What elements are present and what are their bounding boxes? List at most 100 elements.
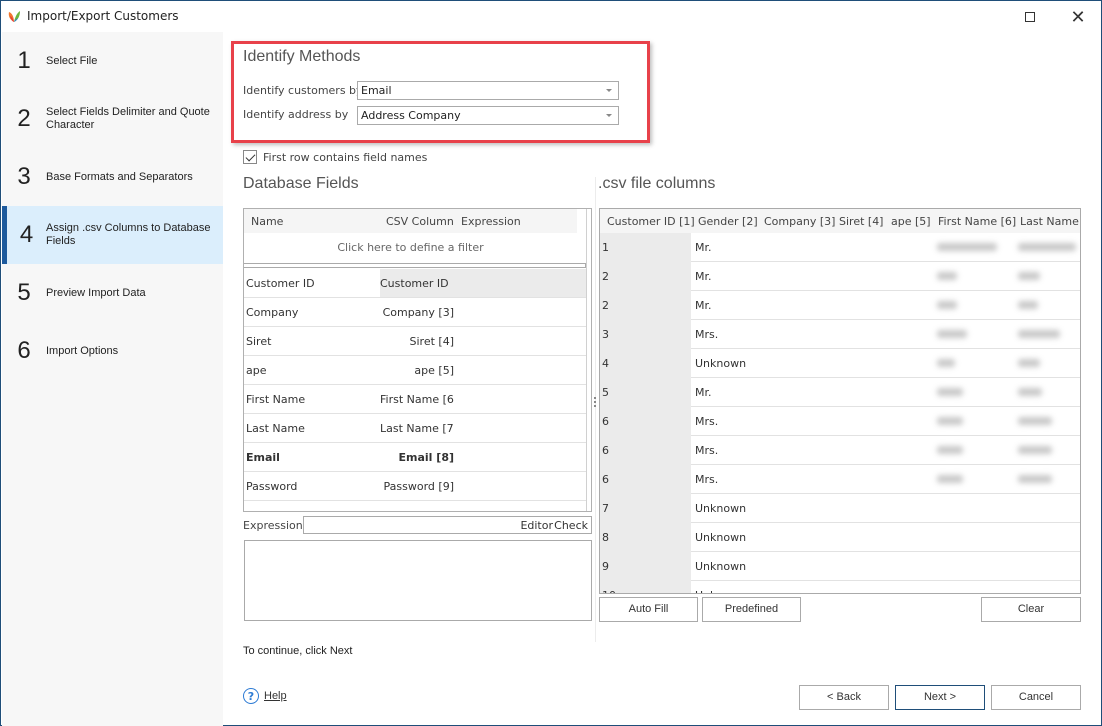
table-row[interactable]: 4 Unknown [600, 349, 1080, 378]
csv-column-cell[interactable]: Siret [4] [380, 335, 454, 348]
table-row[interactable]: Company Company [3] [244, 298, 586, 327]
field-name: Last Name [246, 422, 305, 435]
maximize-button[interactable] [1013, 5, 1047, 29]
app-logo-icon [8, 11, 20, 22]
column-header[interactable]: ape [5] [891, 215, 931, 228]
field-name: Company [246, 306, 299, 319]
gender-cell: Mr. [695, 386, 712, 399]
step-number: 4 [19, 221, 34, 248]
customer-id-cell: 6 [602, 444, 609, 457]
csv-column-cell[interactable]: ape [5] [380, 364, 454, 377]
csv-column-cell[interactable]: Customer ID [1] [380, 277, 452, 290]
vertical-scrollbar[interactable] [586, 209, 591, 511]
step-select-file[interactable]: 1 Select File [2, 32, 223, 90]
step-label: Import Options [46, 344, 119, 357]
redacted-first-name [937, 272, 957, 280]
close-icon: ✕ [1070, 6, 1086, 28]
clear-button[interactable]: Clear [981, 597, 1081, 622]
step-assign-columns[interactable]: 4 Assign .csv Columns to Database Fields [2, 206, 223, 264]
splitter-handle[interactable] [593, 397, 597, 411]
table-row[interactable]: 3 Mrs. [600, 320, 1080, 349]
identify-customers-select[interactable]: Email [357, 81, 619, 100]
table-row[interactable]: 6 Mrs. [600, 407, 1080, 436]
csv-columns-grid: Customer ID [1] Gender [2] Company [3] S… [599, 208, 1081, 594]
csv-column-cell[interactable]: Last Name [7] [380, 422, 454, 435]
grid-header: Name CSV Column Expression [244, 209, 577, 233]
customer-id-cell: 6 [602, 473, 609, 486]
gender-cell: Unknown [695, 502, 747, 515]
table-row[interactable]: Customer ID Customer ID [1] [244, 269, 586, 298]
table-row[interactable]: 6 Mrs. [600, 436, 1080, 465]
table-row[interactable]: ape ape [5] [244, 356, 586, 385]
back-button[interactable]: < Back [799, 685, 889, 710]
next-button[interactable]: Next > [895, 685, 985, 710]
table-row[interactable]: Password Password [9] [244, 472, 586, 501]
step-base-formats[interactable]: 3 Base Formats and Separators [2, 148, 223, 206]
redacted-last-name [1018, 388, 1042, 396]
csv-column-cell[interactable]: Password [9] [380, 480, 454, 493]
field-name: ape [246, 364, 267, 377]
table-row[interactable]: 2 Mr. [600, 291, 1080, 320]
step-select-delimiter[interactable]: 2 Select Fields Delimiter and Quote Char… [2, 90, 223, 148]
column-header[interactable]: Last Name [7] [1020, 215, 1080, 228]
column-header[interactable]: First Name [6] [938, 215, 1016, 228]
column-header-expression[interactable]: Expression [461, 215, 521, 228]
column-header-name[interactable]: Name [251, 215, 283, 228]
customer-id-cell: 3 [602, 328, 609, 341]
csv-column-cell[interactable]: First Name [6] [380, 393, 454, 406]
table-row[interactable]: Siret Siret [4] [244, 327, 586, 356]
table-row[interactable]: 7 Unknown [600, 494, 1080, 523]
redacted-first-name [937, 417, 963, 425]
predefined-button[interactable]: Predefined [702, 597, 801, 622]
redacted-last-name [1018, 243, 1076, 251]
table-row[interactable]: 2 Mr. [600, 262, 1080, 291]
step-number: 2 [17, 105, 31, 132]
customer-id-cell: 1 [602, 241, 609, 254]
column-header-csv-column[interactable]: CSV Column [386, 215, 454, 228]
csv-column-cell[interactable]: Company [3] [380, 306, 454, 319]
check-button[interactable]: Check [554, 519, 588, 532]
table-row[interactable]: First Name First Name [6] [244, 385, 586, 414]
field-name: Password [246, 480, 298, 493]
table-row[interactable]: 1 Mr. [600, 233, 1080, 262]
help-link[interactable]: ? Help [243, 688, 287, 704]
filter-row[interactable]: Click here to define a filter [244, 233, 577, 263]
column-header[interactable]: Company [3] [764, 215, 835, 228]
table-row[interactable]: 10 Unknown [600, 581, 1080, 593]
step-label: Select File [46, 54, 98, 67]
identify-methods-title: Identify Methods [243, 48, 361, 65]
column-header[interactable]: Siret [4] [839, 215, 883, 228]
identify-address-value: Address Company [361, 109, 461, 122]
column-header[interactable]: Customer ID [1] [607, 215, 695, 228]
auto-fill-button[interactable]: Auto Fill [599, 597, 698, 622]
table-row[interactable]: 9 Unknown [600, 552, 1080, 581]
first-row-field-names-checkbox[interactable]: First row contains field names [243, 150, 427, 164]
database-fields-title: Database Fields [243, 175, 359, 192]
close-button[interactable]: ✕ [1061, 5, 1095, 29]
help-icon: ? [243, 688, 259, 704]
redacted-last-name [1018, 417, 1052, 425]
step-preview-import[interactable]: 5 Preview Import Data [2, 264, 223, 322]
step-import-options[interactable]: 6 Import Options [2, 322, 223, 380]
window-title: Import/Export Customers [27, 9, 179, 23]
table-row[interactable]: 6 Mrs. [600, 465, 1080, 494]
table-row[interactable]: Last Name Last Name [7] [244, 414, 586, 443]
column-header[interactable]: Gender [2] [698, 215, 758, 228]
table-row[interactable]: 5 Mr. [600, 378, 1080, 407]
main-panel: Identify Methods Identify customers by E… [223, 32, 1101, 726]
redacted-first-name [937, 388, 963, 396]
step-number: 6 [17, 337, 31, 364]
redacted-first-name [937, 446, 963, 454]
table-row[interactable]: Email Email [8] [244, 443, 586, 472]
redacted-last-name [1018, 475, 1052, 483]
checkbox-checked-icon[interactable] [243, 150, 257, 164]
customer-id-cell: 9 [602, 560, 609, 573]
expression-input[interactable]: Editor Check [303, 516, 592, 534]
identify-address-select[interactable]: Address Company [357, 106, 619, 125]
gender-cell: Mr. [695, 241, 712, 254]
table-row[interactable]: 8 Unknown [600, 523, 1080, 552]
expression-textarea[interactable] [244, 540, 592, 621]
cancel-button[interactable]: Cancel [991, 685, 1081, 710]
editor-button[interactable]: Editor [520, 519, 553, 532]
csv-column-cell[interactable]: Email [8] [380, 451, 454, 464]
